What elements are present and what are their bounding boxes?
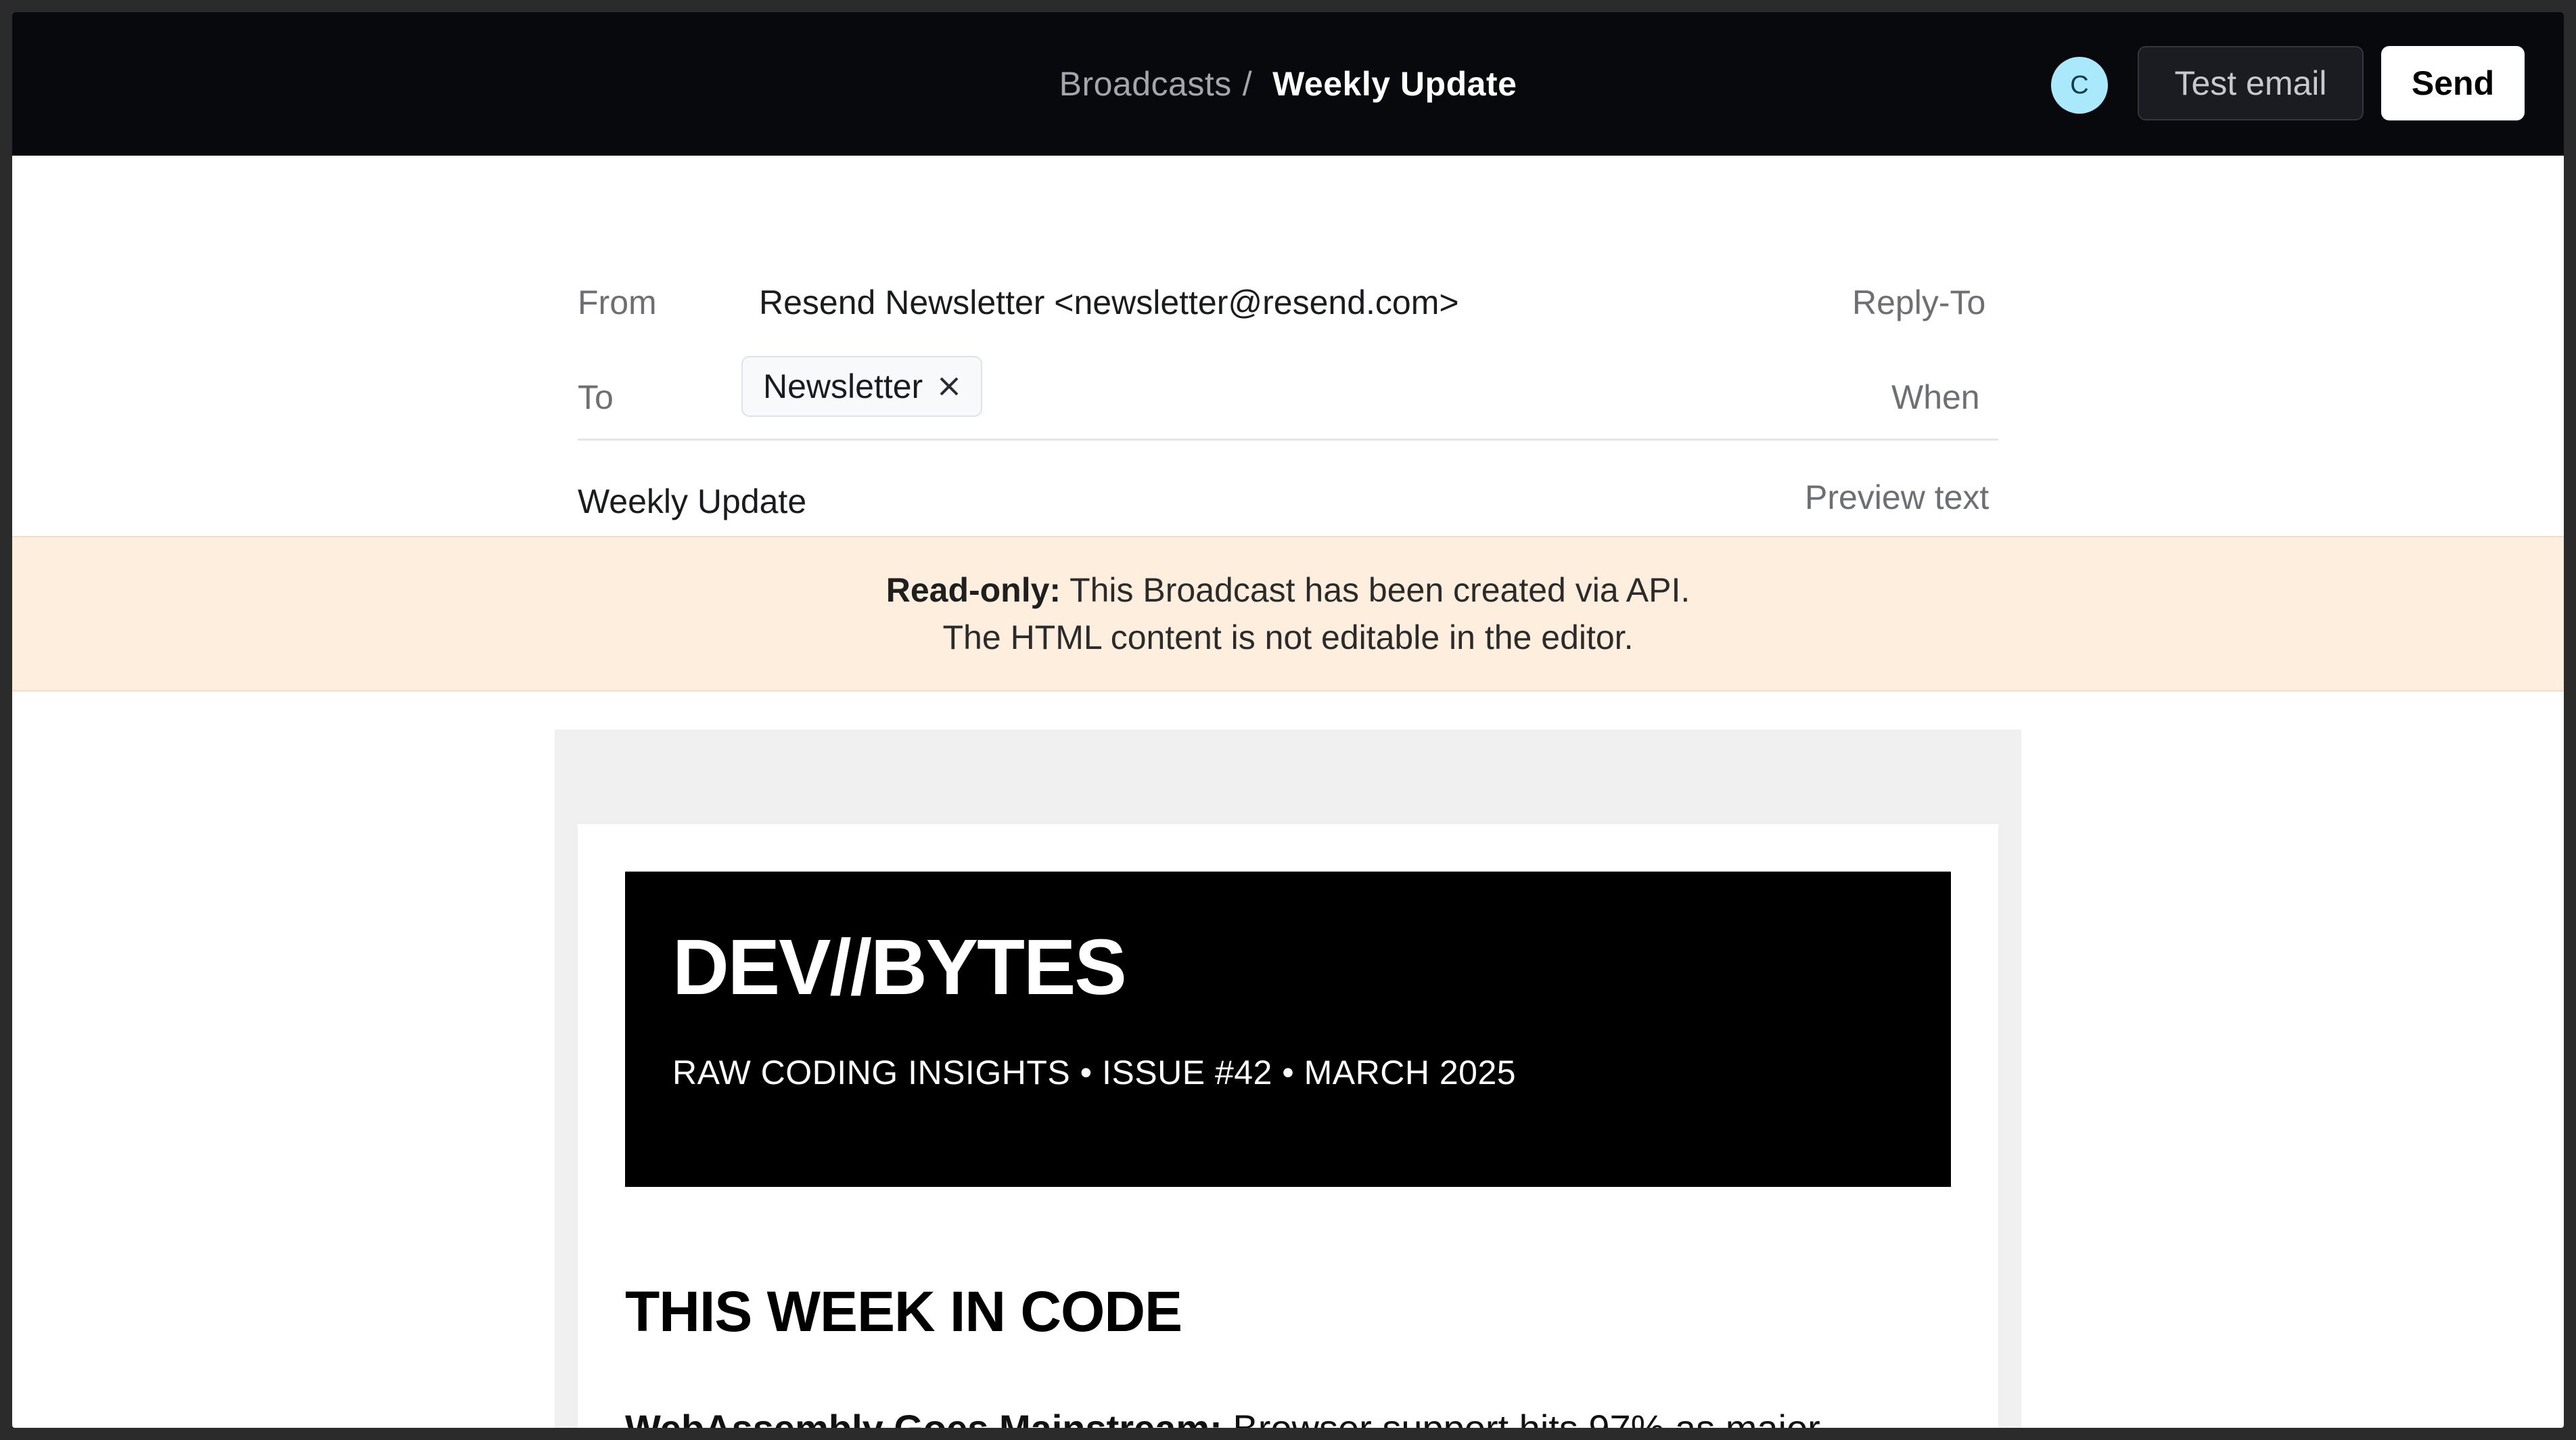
subject-field[interactable]: Weekly Update <box>578 482 806 521</box>
top-bar: Broadcasts / Weekly Update C Test email … <box>12 12 2564 156</box>
preview-text-field[interactable]: Preview text <box>1805 478 1989 517</box>
to-label: To <box>578 378 614 416</box>
send-button[interactable]: Send <box>2381 46 2525 120</box>
from-field[interactable]: Resend Newsletter <newsletter@resend.com… <box>759 283 1459 322</box>
article-text: Browser support hits 97% as major <box>1222 1407 1820 1428</box>
chip-label: Newsletter <box>763 367 923 405</box>
reply-to-button[interactable]: Reply-To <box>1852 283 1985 322</box>
banner-bold-prefix: Read-only: <box>886 571 1061 609</box>
email-hero-subtitle: RAW CODING INSIGHTS • ISSUE #42 • MARCH … <box>672 1054 1517 1092</box>
breadcrumb-current: Weekly Update <box>1272 65 1517 103</box>
read-only-banner: Read-only: This Broadcast has been creat… <box>12 536 2564 692</box>
to-recipient-chip[interactable]: Newsletter <box>741 356 983 417</box>
article-lead: WebAssembly Goes Mainstream: <box>625 1407 1222 1428</box>
breadcrumb-broadcasts-link[interactable]: Broadcasts <box>1059 64 1232 104</box>
banner-line-2: The HTML content is not editable in the … <box>942 618 1634 656</box>
avatar[interactable]: C <box>2051 57 2108 114</box>
from-label: From <box>578 284 657 321</box>
when-button[interactable]: When <box>1891 378 1980 417</box>
email-content: DEV//BYTES RAW CODING INSIGHTS • ISSUE #… <box>578 824 1998 1428</box>
close-icon[interactable] <box>938 375 961 398</box>
test-email-button[interactable]: Test email <box>2138 46 2364 120</box>
email-section-title: THIS WEEK IN CODE <box>625 1280 1182 1343</box>
banner-line-1: Read-only: This Broadcast has been creat… <box>886 566 1690 614</box>
email-hero-title: DEV//BYTES <box>672 923 1127 1011</box>
divider <box>578 438 1998 441</box>
email-article-line: WebAssembly Goes Mainstream: Browser sup… <box>625 1406 1951 1428</box>
breadcrumb-separator: / <box>1242 65 1253 103</box>
email-hero: DEV//BYTES RAW CODING INSIGHTS • ISSUE #… <box>625 872 1951 1187</box>
app-window: Broadcasts / Weekly Update C Test email … <box>12 12 2564 1428</box>
banner-line-1-text: This Broadcast has been created via API. <box>1061 571 1690 609</box>
